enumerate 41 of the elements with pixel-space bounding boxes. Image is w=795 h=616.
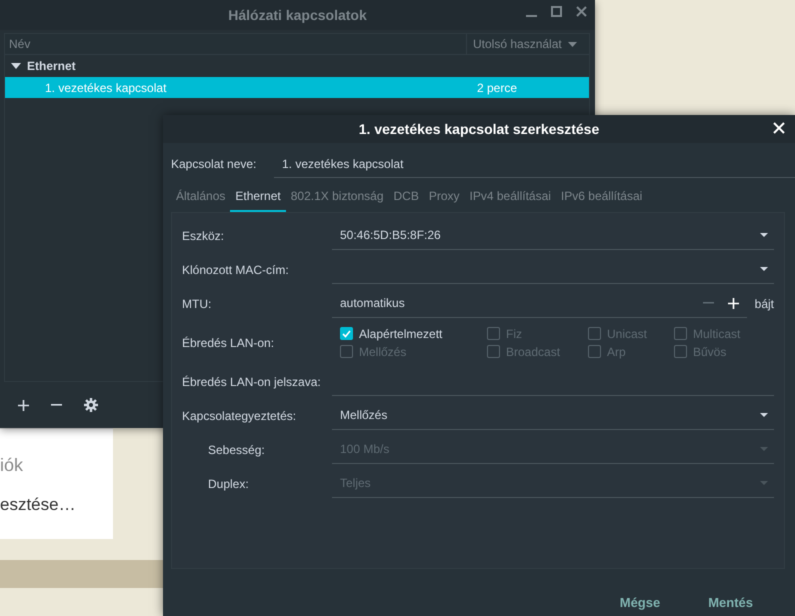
field-label: Sebesség: [207,442,266,457]
dialog-title: 1. vezetékes kapcsolat szerkesztése [358,120,600,137]
expander-triangle-icon[interactable] [11,61,21,71]
connection-name-field[interactable]: 1. vezetékes kapcsolat [274,150,795,178]
tab[interactable]: DCB [388,184,424,212]
sort-caret-icon [568,42,577,46]
dropdown-caret-icon [760,267,768,272]
checkbox[interactable] [340,327,353,340]
field-label: Kapcsolategyeztetés: [182,408,298,423]
field-label: Eszköz: [182,228,226,243]
field-label: Ébredés LAN-on: [182,336,276,350]
unit-label: bájt [754,296,774,311]
column-header[interactable]: Név [5,37,466,51]
group-header[interactable]: Ethernet [5,55,589,77]
field-label: Klónozott MAC-cím: [182,262,290,277]
field-label: Kapcsolat neve: [171,157,258,172]
settings-icon[interactable] [84,398,98,412]
tab[interactable]: IPv6 beállításai [556,184,648,212]
dropdown-caret-icon [760,413,768,418]
dropdown-caret-icon [760,447,768,452]
plus-icon[interactable] [728,298,739,309]
dropdown-field[interactable]: Mellőzés [332,401,774,430]
field-label: Duplex: [207,476,250,491]
add-icon[interactable] [18,400,29,410]
dropdown-field[interactable]: 50:46:5D:B5:8F:26 [332,221,774,250]
connection-row[interactable]: 1. vezetékes kapcsolat 2 perce [5,77,589,98]
field-label: MTU: [182,296,212,311]
field-label: Ébredés LAN-on jelszava: [182,374,322,389]
dialog-button[interactable]: Mentés [684,589,777,616]
tab[interactable]: IPv4 beállításai [464,184,556,212]
tab[interactable]: Proxy [424,184,465,212]
maximize-icon[interactable] [551,6,562,17]
column-header[interactable]: Utolsó használat [466,34,589,54]
tab[interactable]: 802.1X biztonság [286,184,388,212]
dropdown-caret-icon [760,481,768,486]
spin-field[interactable]: automatikus [332,289,747,318]
checkbox-option[interactable]: Alapértelmezett [340,326,487,341]
window-title: Hálózati kapcsolatok [228,7,367,23]
tab[interactable]: Általános [171,184,230,212]
dropdown-caret-icon [760,233,768,238]
dialog-button[interactable]: Mégse [596,589,684,616]
